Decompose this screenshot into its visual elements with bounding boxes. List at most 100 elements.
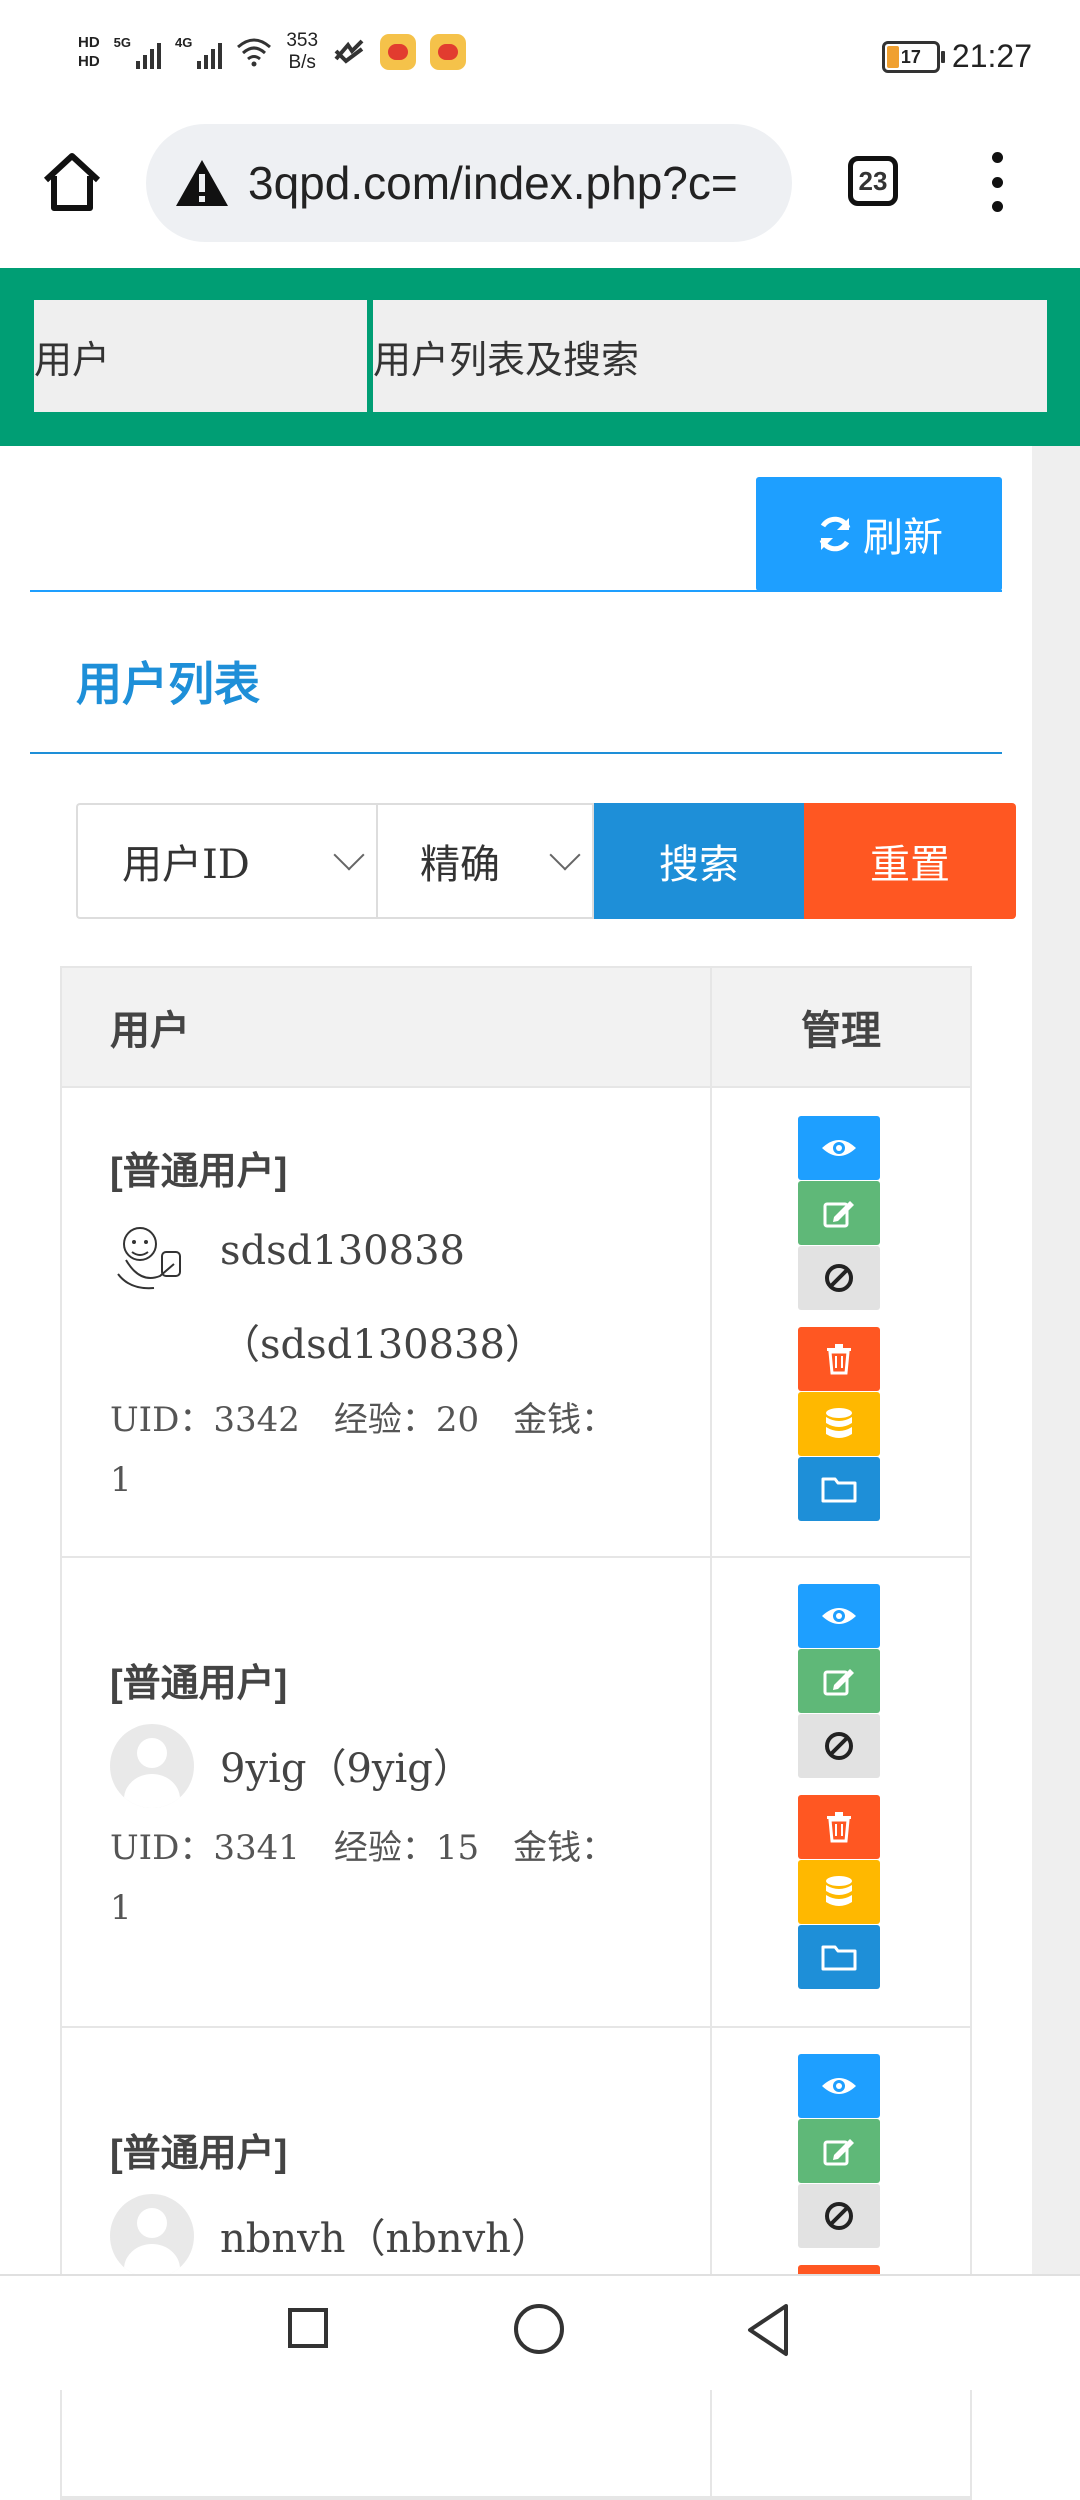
user-cell: [普通用户] nbnvh（nbnvh） bbox=[62, 2028, 712, 2496]
files-button[interactable] bbox=[798, 1457, 880, 1521]
weibo-icon bbox=[380, 34, 417, 70]
user-role: [普通用户] bbox=[110, 2133, 288, 2175]
page-header: 用户 用户列表及搜索 bbox=[0, 268, 1080, 446]
ban-button[interactable] bbox=[798, 1714, 880, 1778]
reset-button[interactable]: 重置 bbox=[804, 803, 1016, 919]
actions-cell bbox=[712, 1558, 970, 2026]
refresh-button[interactable]: 刷新 bbox=[756, 477, 1002, 591]
cartoon-avatar-image bbox=[117, 1227, 181, 1290]
tab-count: 23 bbox=[858, 165, 888, 196]
chevron-down-icon bbox=[333, 839, 365, 871]
hd2-label: HD bbox=[78, 53, 100, 70]
trash-icon bbox=[827, 1344, 851, 1375]
user-cell: [普通用户] sdsd130838 （sdsd130838） UID：3342 … bbox=[62, 1088, 712, 1556]
view-button[interactable] bbox=[798, 1584, 880, 1648]
url-bar[interactable]: 3qpd.com/index.php?c= bbox=[146, 124, 792, 242]
divider bbox=[30, 752, 1002, 754]
delete-button[interactable] bbox=[798, 1795, 880, 1859]
meta-line: UID：3342 经验：20 金钱： bbox=[110, 1400, 616, 1440]
meta-line: 1 bbox=[110, 1888, 132, 1928]
refresh-label: 刷新 bbox=[863, 516, 943, 560]
status-left: HD HD 5G 4G 353 B/s bbox=[78, 30, 467, 74]
money-button[interactable] bbox=[798, 1860, 880, 1924]
table-row: [普通用户] 9yig（9yig） UID：3341 经验：15 金钱： 1 bbox=[62, 1558, 970, 2028]
back-icon[interactable] bbox=[744, 2302, 792, 2358]
speed-value: 353 bbox=[286, 30, 319, 51]
ban-button[interactable] bbox=[798, 1246, 880, 1310]
signal-5g-icon: 5G bbox=[114, 35, 162, 69]
hd1-label: HD bbox=[78, 34, 100, 51]
user-meta: UID：3341 经验：15 金钱： 1 bbox=[110, 1818, 630, 1938]
status-right: 17 21:27 bbox=[881, 38, 1032, 75]
section-title: 用户列表 bbox=[76, 658, 260, 710]
trash-icon bbox=[827, 1812, 851, 1843]
money-button[interactable] bbox=[798, 1392, 880, 1456]
weibo-icon bbox=[430, 34, 467, 70]
browser-menu-icon[interactable] bbox=[982, 152, 1012, 212]
net-speed: 353 B/s bbox=[286, 30, 318, 74]
system-nav-bar bbox=[0, 2274, 1080, 2390]
net2-label: 4G bbox=[175, 35, 193, 50]
breadcrumb-item-users[interactable]: 用户 bbox=[34, 300, 367, 412]
warning-icon[interactable] bbox=[174, 158, 230, 208]
search-button[interactable]: 搜索 bbox=[594, 803, 804, 919]
tab-switcher-button[interactable]: 23 bbox=[848, 156, 898, 206]
table-row: [普通用户] nbnvh（nbnvh） bbox=[62, 2028, 970, 2498]
files-button[interactable] bbox=[798, 1925, 880, 1989]
folder-icon bbox=[821, 1477, 857, 1503]
meta-line: 1 bbox=[110, 1460, 132, 1500]
database-icon bbox=[826, 1876, 852, 1906]
search-mode-select[interactable]: 精确 bbox=[376, 803, 594, 919]
username[interactable]: nbnvh（nbnvh） bbox=[220, 2206, 551, 2264]
home-icon[interactable] bbox=[40, 150, 104, 214]
delete-button[interactable] bbox=[798, 1327, 880, 1391]
column-header-manage: 管理 bbox=[801, 1009, 881, 1053]
search-field-select[interactable]: 用户ID bbox=[76, 803, 376, 919]
folder-icon bbox=[821, 1945, 857, 1971]
search-mode-value: 精确 bbox=[420, 843, 500, 887]
eye-icon bbox=[822, 1608, 856, 1624]
url-text[interactable]: 3qpd.com/index.php?c= bbox=[248, 156, 768, 210]
edit-icon bbox=[823, 1201, 854, 1228]
scrollbar-track[interactable] bbox=[1032, 446, 1080, 2274]
ban-icon bbox=[825, 1264, 853, 1292]
signal-4g-icon: 4G bbox=[175, 35, 223, 69]
table-row: [普通用户] sdsd130838 （sdsd130838） UID：3342 … bbox=[62, 1088, 970, 1558]
avatar[interactable] bbox=[110, 2194, 194, 2278]
edit-button[interactable] bbox=[798, 1181, 880, 1245]
edit-button[interactable] bbox=[798, 2119, 880, 2183]
user-cell: [普通用户] 9yig（9yig） UID：3341 经验：15 金钱： 1 bbox=[62, 1558, 712, 2026]
recent-apps-icon[interactable] bbox=[288, 2308, 328, 2348]
edit-icon bbox=[823, 1669, 854, 1696]
breadcrumb-item-user-list[interactable]: 用户列表及搜索 bbox=[373, 300, 1047, 412]
battery-level: 17 bbox=[900, 46, 921, 67]
column-header-user: 用户 bbox=[62, 968, 712, 1086]
ban-button[interactable] bbox=[798, 2184, 880, 2248]
ban-icon bbox=[825, 1732, 853, 1760]
app-notification-icon bbox=[334, 39, 364, 64]
speed-unit: B/s bbox=[288, 52, 316, 73]
home-nav-icon[interactable] bbox=[514, 2304, 564, 2354]
avatar[interactable] bbox=[110, 1724, 194, 1808]
eye-icon bbox=[822, 1140, 856, 1156]
username[interactable]: 9yig（9yig） bbox=[220, 1736, 473, 1794]
actions-cell bbox=[712, 1088, 970, 1556]
actions-cell bbox=[712, 2028, 970, 2496]
status-bar: HD HD 5G 4G 353 B/s 17 21:27 bbox=[0, 0, 1080, 120]
hd-indicator: HD HD bbox=[78, 33, 100, 71]
view-button[interactable] bbox=[798, 1116, 880, 1180]
avatar[interactable] bbox=[110, 1214, 194, 1298]
wifi-icon bbox=[237, 38, 272, 67]
table-header: 用户 管理 bbox=[62, 968, 970, 1088]
search-bar: 用户ID 精确 搜索 重置 bbox=[76, 803, 1016, 919]
meta-line: UID：3341 经验：15 金钱： bbox=[110, 1828, 616, 1868]
refresh-icon bbox=[819, 516, 851, 552]
user-role: [普通用户] bbox=[110, 1151, 288, 1193]
edit-button[interactable] bbox=[798, 1649, 880, 1713]
search-field-value: 用户ID bbox=[122, 842, 250, 888]
view-button[interactable] bbox=[798, 2054, 880, 2118]
ban-icon bbox=[825, 2202, 853, 2230]
username[interactable]: sdsd130838 bbox=[220, 1228, 465, 1274]
chevron-down-icon bbox=[549, 839, 581, 871]
user-role: [普通用户] bbox=[110, 1663, 288, 1705]
